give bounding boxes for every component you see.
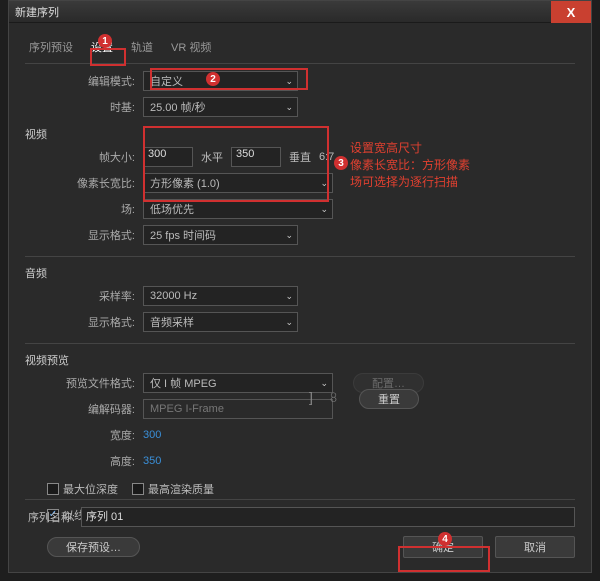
close-button[interactable]: X [551, 1, 591, 23]
preview-file-label: 预览文件格式: [25, 375, 143, 391]
link-icon[interactable]: 𝟾 [329, 389, 338, 406]
tab-vr[interactable]: VR 视频 [171, 39, 211, 55]
reset-button[interactable]: 重置 [359, 389, 419, 409]
edit-mode-select[interactable]: 自定义⌄ [143, 71, 298, 91]
seq-name-label: 序列名称: [25, 509, 81, 525]
preview-h-label: 高度: [25, 453, 143, 469]
framesize-label: 帧大小: [25, 149, 143, 165]
preview-width[interactable]: 300 [143, 429, 161, 441]
par-select[interactable]: 方形像素 (1.0)⌄ [143, 173, 333, 193]
samplerate-select[interactable]: 32000 Hz⌄ [143, 286, 298, 306]
preview-height[interactable]: 350 [143, 455, 161, 467]
par-label: 像素长宽比: [25, 175, 143, 191]
h-label: 水平 [193, 149, 231, 165]
chevron-down-icon: ⌄ [285, 317, 293, 328]
codec-label: 编解码器: [25, 401, 143, 417]
annotation-3: 3 [334, 156, 348, 170]
preview-w-label: 宽度: [25, 427, 143, 443]
cancel-button[interactable]: 取消 [495, 536, 575, 558]
titlebar: 新建序列 X [9, 1, 591, 23]
chevron-down-icon: ⌄ [285, 102, 293, 113]
frame-width-input[interactable]: 300 [143, 147, 193, 167]
chevron-down-icon: ⌄ [285, 291, 293, 302]
timebase-label: 时基: [25, 99, 143, 115]
codec-select: MPEG I-Frame [143, 399, 333, 419]
fields-label: 场: [25, 201, 143, 217]
chevron-down-icon: ⌄ [285, 76, 293, 87]
maxdepth-checkbox[interactable] [47, 483, 59, 495]
maxrender-checkbox[interactable] [132, 483, 144, 495]
video-fmt-select[interactable]: 25 fps 时间码⌄ [143, 225, 298, 245]
timebase-select[interactable]: 25.00 帧/秒⌄ [143, 97, 298, 117]
edit-mode-label: 编辑模式: [25, 73, 143, 89]
bracket-icon: ] [309, 389, 313, 405]
chevron-down-icon: ⌄ [320, 178, 328, 189]
video-fmt-label: 显示格式: [25, 227, 143, 243]
frame-height-input[interactable]: 350 [231, 147, 281, 167]
section-preview: 视频预览 [25, 352, 575, 368]
annotation-text: 设置宽高尺寸 像素长宽比：方形像素 场可选择为逐行扫描 [350, 140, 470, 190]
tab-presets[interactable]: 序列预设 [29, 39, 73, 55]
v-label: 垂直 [281, 149, 319, 165]
section-audio: 音频 [25, 265, 575, 281]
audio-fmt-select[interactable]: 音频采样⌄ [143, 312, 298, 332]
audio-fmt-label: 显示格式: [25, 314, 143, 330]
chevron-down-icon: ⌄ [320, 378, 328, 389]
fields-select[interactable]: 低场优先⌄ [143, 199, 333, 219]
annotation-2: 2 [206, 72, 220, 86]
tab-tracks[interactable]: 轨道 [131, 39, 153, 55]
section-video: 视频 [25, 126, 575, 142]
aspect-ratio: 6:7 [319, 151, 334, 163]
maxdepth-label: 最大位深度 [63, 481, 118, 497]
annotation-4: 4 [438, 532, 452, 546]
maxrender-label: 最高渲染质量 [148, 481, 214, 497]
chevron-down-icon: ⌄ [320, 204, 328, 215]
chevron-down-icon: ⌄ [285, 230, 293, 241]
seq-name-input[interactable]: 序列 01 [81, 507, 575, 527]
annotation-1: 1 [98, 34, 112, 48]
window-title: 新建序列 [15, 4, 59, 20]
preview-file-select[interactable]: 仅 I 帧 MPEG⌄ [143, 373, 333, 393]
samplerate-label: 采样率: [25, 288, 143, 304]
